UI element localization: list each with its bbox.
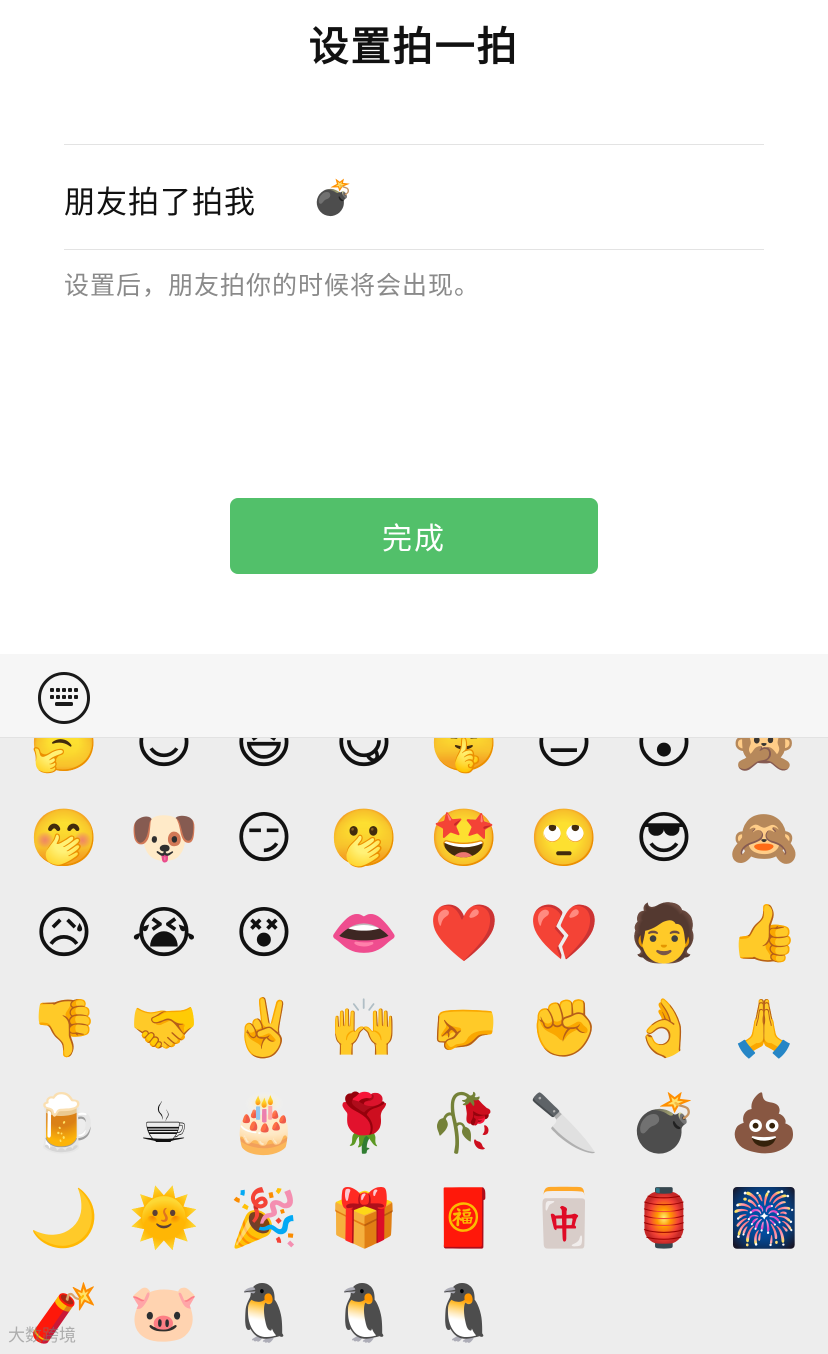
speechless-emoji[interactable]: 🙊 xyxy=(714,738,814,791)
sun-emoji[interactable]: 🌞 xyxy=(114,1171,214,1266)
wave-emoji[interactable]: 🫢 xyxy=(314,791,414,886)
heart-emoji[interactable]: ❤️ xyxy=(414,886,514,981)
beckon-emoji[interactable]: 🤛 xyxy=(414,981,514,1076)
watermelon-emoji[interactable]: 😋 xyxy=(314,738,414,791)
hint-text: 设置后，朋友拍你的时候将会出现。 xyxy=(64,271,481,300)
neutral-emoji[interactable]: 😑 xyxy=(514,738,614,791)
sigh-emoji[interactable]: 😥 xyxy=(14,886,114,981)
fa-tile-emoji[interactable]: 🀄 xyxy=(514,1171,614,1266)
penguin-dance-emoji[interactable]: 🐧 xyxy=(314,1266,414,1354)
broken-heart-emoji[interactable]: 💔 xyxy=(514,886,614,981)
eye-roll-emoji[interactable]: 🙄 xyxy=(514,791,614,886)
moon-emoji[interactable]: 🌙 xyxy=(14,1171,114,1266)
divider xyxy=(64,144,764,145)
surprised-emoji[interactable]: 😮 xyxy=(614,738,714,791)
pig-emoji[interactable]: 🐷 xyxy=(114,1266,214,1354)
keyboard-icon[interactable] xyxy=(38,672,90,724)
beer-emoji[interactable]: 🍺 xyxy=(14,1076,114,1171)
poop-emoji[interactable]: 💩 xyxy=(714,1076,814,1171)
666-emoji[interactable]: 😎 xyxy=(614,791,714,886)
handshake-emoji[interactable]: 🤝 xyxy=(114,981,214,1076)
divider xyxy=(64,249,764,250)
grin-emoji[interactable]: 😆 xyxy=(214,738,314,791)
doge-emoji[interactable]: 🐶 xyxy=(114,791,214,886)
bomb-emoji[interactable]: 💣 xyxy=(614,1076,714,1171)
figure-emoji[interactable]: 🧑 xyxy=(614,886,714,981)
wilted-flower-emoji[interactable]: 🥀 xyxy=(414,1076,514,1171)
penguin-emoji-2[interactable]: 🐧 xyxy=(414,1266,514,1354)
gift-emoji[interactable]: 🎁 xyxy=(314,1171,414,1266)
emoji-toolbar xyxy=(0,654,828,738)
rose-emoji[interactable]: 🌹 xyxy=(314,1076,414,1171)
party-popper-emoji[interactable]: 🎉 xyxy=(214,1171,314,1266)
cake-emoji[interactable]: 🎂 xyxy=(214,1076,314,1171)
keyboard-glyph xyxy=(50,688,78,706)
coffee-emoji[interactable]: ☕ xyxy=(114,1076,214,1171)
red-packet-emoji[interactable]: 🧧 xyxy=(414,1171,514,1266)
emoji-panel: 🤔 😊 😆 😋 🤫 😑 😮 🙊 🤭 🐶 😏 🫢 🤩 🙄 😎 🙈 😥 😭 😵 👄 ❤️ 💔 🧑 👍 👎 🤝 ✌️ 🙌 🤛 ✊ 👌 🙏 🍺 ☕ 🎂 🌹 🥀 🔪… xyxy=(0,654,828,1354)
done-button[interactable]: 完成 xyxy=(230,498,598,574)
pat-setting-label: 朋友拍了拍我 xyxy=(64,185,256,221)
thinking-emoji[interactable]: 🤔 xyxy=(14,738,114,791)
emoji-grid-viewport[interactable]: 🤔 😊 😆 😋 🤫 😑 😮 🙊 🤭 🐶 😏 🫢 🤩 🙄 😎 🙈 😥 😭 😵 👄 ❤️ 💔 🧑 👍 👎 🤝 ✌️ 🙌 🤛 ✊ 👌 🙏 🍺 ☕ 🎂 🌹 🥀 🔪… xyxy=(0,738,828,1354)
pensive-ok-emoji[interactable]: 😏 xyxy=(214,791,314,886)
salute-emoji[interactable]: 🙌 xyxy=(314,981,414,1076)
broken-emoji[interactable]: 😵 xyxy=(214,886,314,981)
thumbs-up-emoji[interactable]: 👍 xyxy=(714,886,814,981)
pray-emoji[interactable]: 🙏 xyxy=(714,981,814,1076)
fist-emoji[interactable]: ✊ xyxy=(514,981,614,1076)
cleaver-emoji[interactable]: 🔪 xyxy=(514,1076,614,1171)
shush-emoji[interactable]: 🤫 xyxy=(414,738,514,791)
cry-emoji[interactable]: 😭 xyxy=(114,886,214,981)
page-title: 设置拍一拍 xyxy=(309,24,519,70)
thumbs-down-emoji[interactable]: 👎 xyxy=(14,981,114,1076)
facepalm-emoji[interactable]: 🙈 xyxy=(714,791,814,886)
penguin-emoji[interactable]: 🐧 xyxy=(214,1266,314,1354)
smirk-emoji[interactable]: 🤭 xyxy=(14,791,114,886)
victory-emoji[interactable]: ✌️ xyxy=(214,981,314,1076)
bomb-icon[interactable]: 💣 xyxy=(312,178,354,218)
emoji-grid: 🤔 😊 😆 😋 🤫 😑 😮 🙊 🤭 🐶 😏 🫢 🤩 🙄 😎 🙈 😥 😭 😵 👄 ❤️ 💔 🧑 👍 👎 🤝 ✌️ 🙌 🤛 ✊ 👌 🙏 🍺 ☕ 🎂 🌹 🥀 🔪… xyxy=(14,738,814,1354)
ok-emoji[interactable]: 👌 xyxy=(614,981,714,1076)
smile-emoji[interactable]: 😊 xyxy=(114,738,214,791)
watermark-text: 大数跨境 xyxy=(8,1326,76,1346)
wow-emoji[interactable]: 🤩 xyxy=(414,791,514,886)
lips-emoji[interactable]: 👄 xyxy=(314,886,414,981)
fireworks-emoji[interactable]: 🎆 xyxy=(714,1171,814,1266)
fu-emoji[interactable]: 🏮 xyxy=(614,1171,714,1266)
